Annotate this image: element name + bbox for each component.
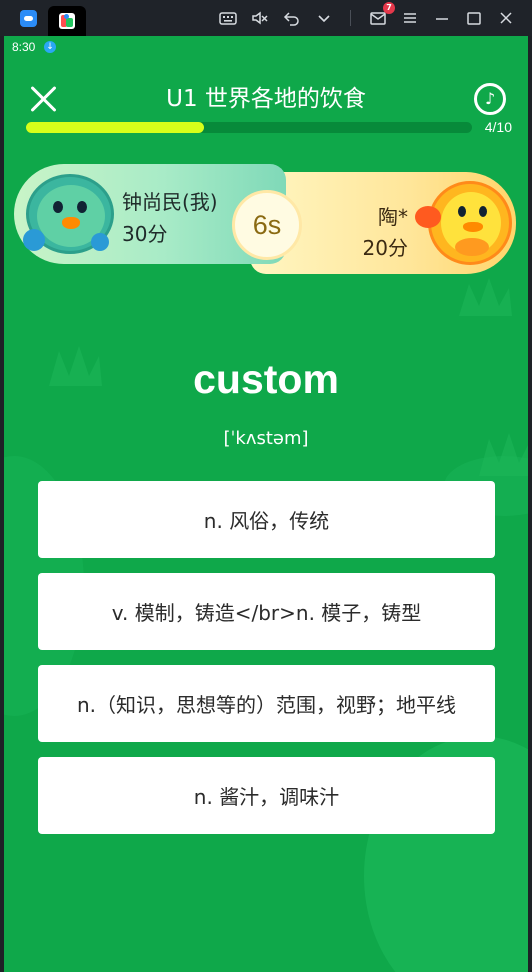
app-tab-icon <box>59 13 75 29</box>
question-phonetic: [ˈkʌstəm] <box>223 428 309 449</box>
answer-option[interactable]: n.（知识，思想等的）范围，视野；地平线 <box>38 665 495 742</box>
answer-option[interactable]: n. 风俗，传统 <box>38 481 495 558</box>
close-button[interactable] <box>28 84 58 114</box>
emulator-titlebar: 7 <box>0 0 532 36</box>
countdown-timer: 6s <box>232 190 302 260</box>
question-word: custom <box>193 356 339 402</box>
close-icon[interactable] <box>497 9 515 27</box>
music-note-icon: ♪ <box>485 89 496 108</box>
app-logo-icon[interactable] <box>20 10 37 27</box>
grass-decoration-icon <box>459 278 512 316</box>
undo-icon[interactable] <box>283 9 301 27</box>
progress-fill <box>26 122 205 133</box>
chevron-down-icon[interactable] <box>315 9 333 27</box>
menu-icon[interactable] <box>401 9 419 27</box>
keyboard-icon[interactable] <box>219 9 237 27</box>
app-tab[interactable] <box>48 6 86 36</box>
page-title: U1 世界各地的饮食 <box>166 86 366 112</box>
maximize-icon[interactable] <box>465 9 483 27</box>
music-button[interactable]: ♪ <box>474 83 506 115</box>
progress-count: 4/10 <box>484 119 512 135</box>
player-name: 钟尚民(我) <box>122 190 218 214</box>
answer-option[interactable]: n. 酱汁，调味汁 <box>38 757 495 834</box>
opponent-avatar <box>415 181 512 265</box>
opponent-name: 陶* <box>378 205 408 229</box>
titlebar-divider <box>350 10 351 26</box>
player-score: 30分 <box>122 222 168 246</box>
app-screen: 8:30 ↓ U1 世界各地的饮食 ♪ 4/10 钟尚民(我) 30分 陶* 2… <box>4 36 528 972</box>
status-bar: 8:30 ↓ <box>4 36 528 58</box>
answer-option[interactable]: v. 模制，铸造</br>n. 模子，铸型 <box>38 573 495 650</box>
opponent-score: 20分 <box>362 236 408 260</box>
download-icon: ↓ <box>44 41 56 53</box>
status-time: 8:30 <box>12 40 36 54</box>
minimize-icon[interactable] <box>433 9 451 27</box>
player-avatar <box>23 174 114 254</box>
mute-icon[interactable] <box>251 9 269 27</box>
mail-badge: 7 <box>383 2 395 14</box>
progress-bar <box>26 122 472 133</box>
